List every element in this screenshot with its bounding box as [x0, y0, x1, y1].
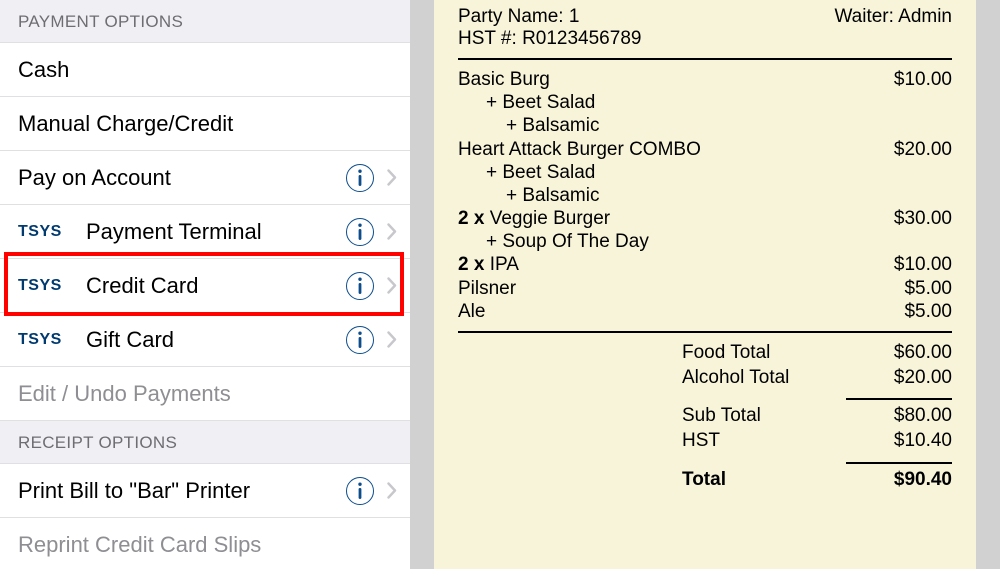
- pay-gift-card[interactable]: TSYS Gift Card: [0, 313, 410, 367]
- item-label: Gift Card: [86, 327, 346, 353]
- receipt-total-line: Alcohol Total$20.00: [682, 366, 952, 391]
- receipt-modifier: + Beet Salad: [458, 91, 952, 114]
- waiter: Waiter: Admin: [834, 6, 952, 28]
- pay-manual[interactable]: Manual Charge/Credit: [0, 97, 410, 151]
- chevron-right-icon: [386, 277, 398, 295]
- receipt-line: Pilsner$5.00: [458, 277, 952, 300]
- info-icon[interactable]: [346, 326, 374, 354]
- print-bill-bar[interactable]: Print Bill to "Bar" Printer: [0, 464, 410, 518]
- chevron-right-icon: [386, 223, 398, 241]
- party-name: Party Name: 1: [458, 6, 579, 28]
- chevron-right-icon: [386, 169, 398, 187]
- tsys-brand: TSYS: [18, 331, 72, 349]
- edit-undo-payments: Edit / Undo Payments: [0, 367, 410, 421]
- receipt-modifier: + Balsamic: [458, 114, 952, 137]
- receipt-modifier: + Beet Salad: [458, 161, 952, 184]
- section-header: PAYMENT OPTIONS: [0, 0, 410, 43]
- receipt-total-line: HST$10.40: [682, 429, 952, 454]
- info-icon[interactable]: [346, 218, 374, 246]
- item-label: Pay on Account: [18, 165, 346, 191]
- receipt-total-line: Total$90.40: [682, 468, 952, 493]
- pay-cash[interactable]: Cash: [0, 43, 410, 97]
- tsys-brand: TSYS: [18, 223, 72, 241]
- receipt-total-line: Sub Total$80.00: [682, 404, 952, 429]
- info-icon[interactable]: [346, 272, 374, 300]
- item-label: Edit / Undo Payments: [18, 381, 398, 407]
- receipt-items: Basic Burg$10.00+ Beet Salad+ BalsamicHe…: [458, 68, 952, 323]
- item-label: Payment Terminal: [86, 219, 346, 245]
- payment-sidebar: PAYMENT OPTIONS Cash Manual Charge/Credit P…: [0, 0, 410, 569]
- receipt-total-line: Food Total$60.00: [682, 341, 952, 366]
- section-header: RECEIPT OPTIONS: [0, 421, 410, 464]
- item-label: Cash: [18, 57, 398, 83]
- receipt-subtotals: Food Total$60.00Alcohol Total$20.00 Sub T…: [682, 341, 952, 492]
- hst-number: HST #: R0123456789: [458, 28, 952, 50]
- item-label: Reprint Credit Card Slips: [18, 532, 398, 558]
- item-label: Credit Card: [86, 273, 346, 299]
- item-label: Manual Charge/Credit: [18, 111, 398, 137]
- receipt-line: 2 x Veggie Burger$30.00: [458, 207, 952, 230]
- chevron-right-icon: [386, 331, 398, 349]
- chevron-right-icon: [386, 482, 398, 500]
- receipt-line: 2 x IPA$10.00: [458, 253, 952, 276]
- receipt-modifier: + Soup Of The Day: [458, 230, 952, 253]
- receipt-line: Heart Attack Burger COMBO$20.00: [458, 138, 952, 161]
- receipt-line: Ale$5.00: [458, 300, 952, 323]
- receipt-panel: Party Name: 1 Waiter: Admin HST #: R0123…: [410, 0, 1000, 569]
- receipt-modifier: + Balsamic: [458, 184, 952, 207]
- receipt: Party Name: 1 Waiter: Admin HST #: R0123…: [434, 0, 976, 569]
- info-icon[interactable]: [346, 477, 374, 505]
- pay-credit-card[interactable]: TSYS Credit Card: [0, 259, 410, 313]
- tsys-brand: TSYS: [18, 277, 72, 295]
- item-label: Print Bill to "Bar" Printer: [18, 478, 346, 504]
- info-icon[interactable]: [346, 164, 374, 192]
- pay-terminal[interactable]: TSYS Payment Terminal: [0, 205, 410, 259]
- receipt-line: Basic Burg$10.00: [458, 68, 952, 91]
- reprint-cc-slips: Reprint Credit Card Slips: [0, 518, 410, 569]
- pay-on-account[interactable]: Pay on Account: [0, 151, 410, 205]
